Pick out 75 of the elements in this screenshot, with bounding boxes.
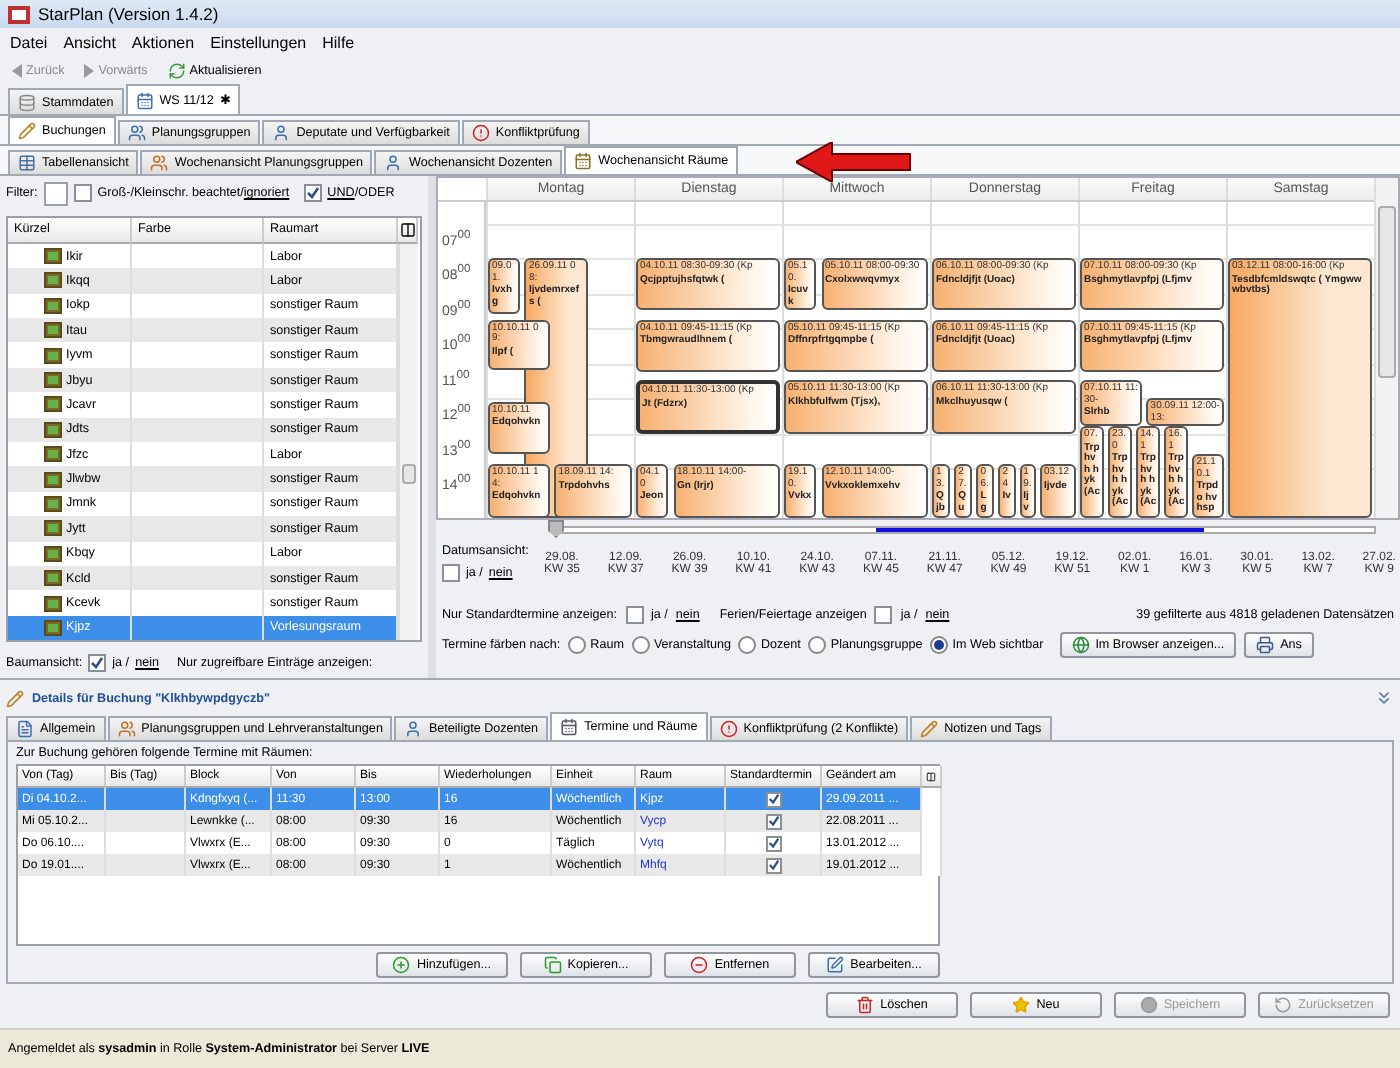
copy-icon — [543, 956, 562, 974]
color-cell — [132, 243, 264, 269]
pencil-icon — [18, 122, 36, 140]
app-logo-icon — [8, 5, 30, 23]
menu-item[interactable]: Ansicht — [61, 33, 118, 51]
note-icon — [920, 720, 939, 738]
menu-item[interactable]: Aktionen — [129, 33, 197, 51]
radio-button[interactable] — [738, 636, 757, 654]
color-cell — [132, 565, 264, 591]
delete-icon — [856, 996, 875, 1014]
checkbox[interactable] — [765, 813, 781, 829]
calendar-icon — [560, 718, 579, 736]
color-cell — [132, 268, 264, 294]
radio-button[interactable] — [808, 636, 827, 654]
calendar-icon — [574, 152, 593, 170]
radio-button[interactable] — [568, 636, 587, 654]
column-chooser-icon[interactable] — [926, 769, 936, 783]
checkbox[interactable] — [765, 857, 781, 873]
checkbox[interactable] — [73, 184, 92, 203]
save-icon — [1139, 996, 1158, 1014]
warning-icon — [719, 720, 738, 738]
table-cell — [106, 810, 186, 832]
checkbox[interactable] — [874, 606, 893, 624]
form-icon — [16, 720, 34, 738]
radio-button[interactable] — [930, 636, 949, 654]
color-cell — [132, 293, 264, 319]
checkbox[interactable] — [625, 606, 644, 624]
users-icon — [117, 720, 136, 738]
refresh-icon — [167, 61, 186, 79]
forward-icon — [84, 63, 95, 77]
color-cell — [132, 541, 264, 566]
table-cell — [106, 854, 186, 876]
slider-thumb[interactable] — [548, 520, 564, 538]
checkbox[interactable] — [765, 835, 781, 851]
undo-icon — [1274, 996, 1293, 1014]
checkbox[interactable] — [88, 653, 107, 672]
scrollbar[interactable] — [398, 243, 418, 641]
plus-icon — [392, 956, 411, 974]
scrollbar[interactable] — [1374, 178, 1398, 518]
table-cell — [106, 788, 186, 810]
color-cell — [132, 318, 264, 343]
color-cell — [132, 442, 264, 467]
menu-item[interactable]: Einstellungen — [208, 33, 309, 51]
table-icon — [18, 154, 36, 172]
globe-icon — [1071, 636, 1090, 654]
calendar-icon — [135, 91, 154, 109]
collapse-icon[interactable] — [1374, 688, 1394, 708]
database-icon — [18, 93, 36, 111]
color-cell — [132, 615, 264, 641]
checkbox[interactable] — [442, 564, 460, 582]
users-icon — [150, 154, 169, 172]
minus-icon — [690, 956, 709, 974]
menu-item[interactable]: Hilfe — [320, 33, 357, 51]
color-cell — [132, 466, 264, 492]
warning-icon — [471, 124, 490, 142]
checkbox[interactable] — [765, 791, 781, 807]
window-title: StarPlan (Version 1.4.2) — [38, 4, 219, 24]
color-cell — [132, 516, 264, 542]
radio-button[interactable] — [631, 636, 650, 654]
edit-icon — [826, 956, 845, 974]
color-cell — [132, 417, 264, 442]
filter-field[interactable] — [43, 181, 68, 206]
column-chooser-icon[interactable] — [399, 221, 415, 238]
color-cell — [132, 367, 264, 393]
checkbox[interactable] — [303, 184, 322, 203]
user-icon — [272, 124, 291, 142]
menu-item[interactable]: Datei — [8, 33, 50, 51]
printer-icon — [1256, 636, 1275, 654]
user-icon — [384, 154, 403, 172]
note-icon — [6, 689, 24, 707]
back-icon — [12, 63, 22, 77]
user-icon — [404, 720, 423, 738]
star-icon — [1012, 996, 1031, 1014]
annotation-arrow — [796, 142, 912, 182]
users-icon — [127, 124, 146, 142]
